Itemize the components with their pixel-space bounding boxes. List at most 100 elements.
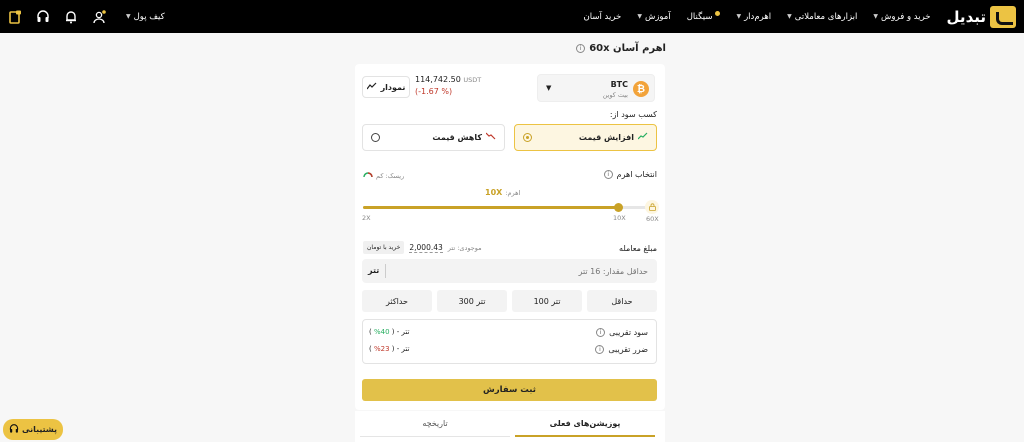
bell-icon[interactable] [64,10,78,24]
slider-fill [363,206,618,209]
amount-unit: تتر [368,266,380,275]
profit-estimate-label: سود تقریبی [609,328,648,337]
nav-trading-tools[interactable]: ابزارهای معاملاتی ▼ [787,12,857,22]
increase-price-label: افزایش قیمت [578,133,634,142]
balance-label: موجودی: تتر [447,243,482,252]
trade-card: ₿ BTC بیت کوین ▼ 114,742.50 USDT (-1.67 … [355,64,665,410]
info-icon[interactable]: i [596,328,606,337]
headset-icon [9,423,19,436]
tab-current-positions[interactable]: پوزیشن‌های فعلی [515,411,655,437]
positions-tabs: پوزیشن‌های فعلی تاریخچه [355,411,665,442]
leverage-label: انتخاب اهرم [616,170,657,179]
nav-label: ابزارهای معاملاتی [794,11,858,22]
loss-estimate-label: ضرر تقریبی [608,345,648,354]
chart-button[interactable]: نمودار [362,76,410,98]
amount-option-300[interactable]: 300 تتر [437,290,507,312]
increase-price-text: افزایش قیمت [579,132,648,143]
amount-label: مبلغ معامله [619,244,657,253]
buy-toman-button[interactable]: خرید با تومان [363,241,405,254]
caret-down-icon: ▼ [546,84,552,92]
risk-label: ریسک: کم [376,172,405,180]
trend-up-icon [637,132,648,143]
leverage-selected-mark: 10X [613,214,626,222]
nav-label: خرید و فروش [881,11,931,22]
decrease-price-label: کاهش قیمت [432,133,482,142]
price-unit: USDT [463,76,482,84]
estimate-box: سود تقریبی i تتر - ( 40% ) ضرر تقریبی i … [362,319,657,364]
amount-option-100[interactable]: 100 تتر [512,290,582,312]
asset-name: بیت کوین [602,91,628,99]
loss-estimate-value: تتر - ( 23% ) [369,345,409,353]
submit-order-button[interactable]: ثبت سفارش [362,379,657,401]
decrease-radio[interactable] [371,133,380,142]
nav-label: اهرم‌دار [744,11,772,22]
headset-icon[interactable] [36,9,50,24]
tab-history-label: تاریخچه [422,419,448,428]
price-block: 114,742.50 USDT (-1.67 %) [415,75,485,96]
balance-value: 2,000.43 [409,242,443,253]
lock-icon [645,200,659,214]
chevron-down-icon: ▼ [126,13,131,20]
submit-order-label: ثبت سفارش [483,385,536,395]
leverage-slider[interactable] [363,203,653,213]
balance-row: خرید با تومان 2,000.43 موجودی: تتر [363,241,482,254]
document-icon[interactable] [8,10,22,24]
profit-estimate-row: سود تقریبی i [596,328,648,337]
fire-icon [715,11,721,16]
leverage-max: 60X [646,215,659,223]
top-navbar: تبدیل خرید و فروش ▼ ابزارهای معاملاتی ▼ اه… [0,0,1024,33]
page-title-text: اهرم آسان 60x [589,43,666,54]
amount-input-box: تتر [362,259,657,283]
chevron-down-icon: ▼ [736,13,742,20]
profit-pct: 40% [373,328,390,336]
amount-option-max[interactable]: حداکثر [362,290,432,312]
current-leverage-label: اهرم: [505,188,521,197]
chevron-down-icon: ▼ [787,13,792,20]
profit-value: تتر - [396,328,410,336]
nav-signal[interactable]: سیگنال [687,11,721,22]
price-change: (-1.67 %) [415,87,453,96]
trend-down-icon [485,132,496,143]
wallet-label: کیف پول [133,11,165,22]
slider-handle[interactable] [614,203,623,212]
price-line: 114,742.50 USDT [415,75,485,84]
nav-buy-sell[interactable]: خرید و فروش ▼ [873,12,930,22]
support-button[interactable]: پشتیبانی [3,419,63,440]
info-icon[interactable]: i [576,44,586,53]
chevron-down-icon: ▼ [637,13,642,20]
amount-option-min[interactable]: حداقل [587,290,657,312]
current-leverage: اهرم: 10X [485,188,520,197]
decrease-price-option[interactable]: کاهش قیمت [362,124,505,151]
logo-mark-icon [990,5,1016,28]
tab-current-label: پوزیشن‌های فعلی [549,418,621,428]
profit-from-label: کسب سود از: [609,110,657,119]
wallet-menu[interactable]: ▼ کیف پول [126,12,165,22]
asset-selector[interactable]: ₿ BTC بیت کوین ▼ [537,74,655,102]
line-chart-icon [366,82,377,93]
nav-leverage[interactable]: اهرم‌دار ▼ [736,12,771,22]
nav-label: آموزش [644,11,671,22]
chevron-down-icon: ▼ [873,13,879,20]
user-icon[interactable] [92,9,106,24]
risk-indicator: ریسک: کم [363,171,404,181]
increase-price-option[interactable]: افزایش قیمت [514,124,657,151]
amount-unit-divider [385,264,386,278]
loss-pct-wrap: ( 23% ) [369,345,395,353]
nav-easy-buy[interactable]: خرید آسان [584,12,622,22]
amount-input[interactable] [388,260,656,282]
info-icon[interactable]: i [603,170,613,179]
current-leverage-value: 10X [485,188,503,197]
loss-pct: 23% [373,345,390,353]
decrease-price-text: کاهش قیمت [432,132,496,143]
nav-label: خرید آسان [583,11,622,22]
logo[interactable]: تبدیل [947,5,1016,28]
chart-label: نمودار [380,82,406,92]
leverage-min: 2X [362,214,371,222]
tab-history[interactable]: تاریخچه [360,411,510,437]
nav-education[interactable]: آموزش ▼ [637,12,670,22]
nav-label: سیگنال [686,11,713,22]
gauge-icon [363,171,373,181]
increase-radio[interactable] [523,133,532,142]
page-title: اهرم آسان 60x i [576,43,666,54]
info-icon[interactable]: i [595,345,605,354]
